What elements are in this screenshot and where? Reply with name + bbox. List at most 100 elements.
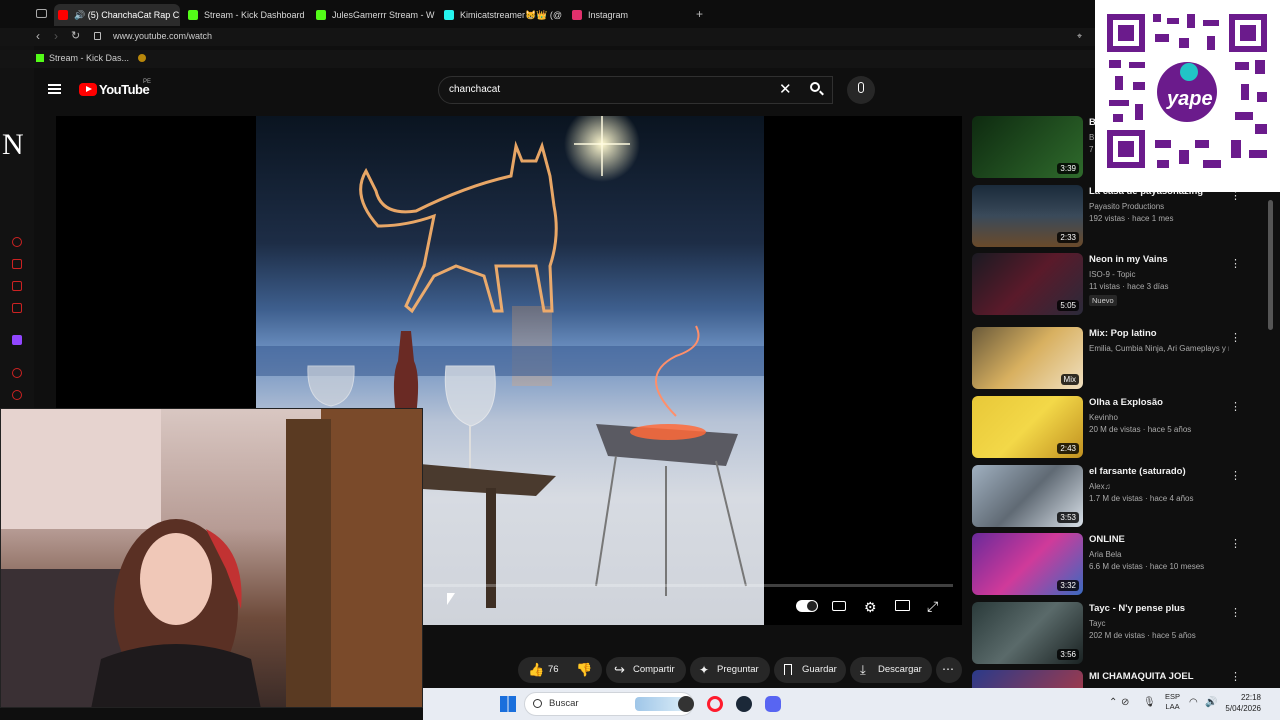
more-options-icon[interactable]: ⋮ xyxy=(1230,400,1241,413)
search-input[interactable]: chanchacat ✕ xyxy=(438,76,833,104)
dislike-button[interactable]: 👎 xyxy=(574,657,598,683)
twitch-icon[interactable] xyxy=(12,335,22,345)
page-scrollbar[interactable] xyxy=(1268,200,1273,330)
sidebar-app-icon[interactable] xyxy=(12,368,22,378)
url-field[interactable]: www.youtube.com/watch xyxy=(113,31,212,41)
video-thumbnail[interactable]: Mix xyxy=(972,327,1083,389)
more-options-icon[interactable]: ⋮ xyxy=(1230,257,1241,270)
windows-start-icon[interactable] xyxy=(500,696,516,712)
search-button[interactable] xyxy=(802,76,830,104)
tab-kimicatstreamer[interactable]: Kimicatstreamer😸👑 (@ xyxy=(440,4,564,26)
wifi-icon[interactable]: ◠ xyxy=(1189,697,1198,708)
video-title[interactable]: Olha a Explosão xyxy=(1089,397,1229,408)
yape-brand: yape xyxy=(1167,88,1213,110)
video-thumbnail[interactable]: 3:32 xyxy=(972,533,1083,595)
clear-search-icon[interactable]: ✕ xyxy=(779,80,792,98)
bookmark-label: Stream - Kick Das... xyxy=(49,53,130,63)
video-thumbnail[interactable]: 3:39 xyxy=(972,116,1083,178)
miniplayer-icon[interactable] xyxy=(895,600,910,611)
language-bottom: LAA xyxy=(1165,702,1180,711)
like-dislike-group: 👍 76 👎 xyxy=(518,657,602,683)
save-button[interactable]: Guardar xyxy=(774,657,846,683)
more-options-icon[interactable]: ⋮ xyxy=(1230,331,1241,344)
more-options-icon[interactable]: ⋮ xyxy=(1230,537,1241,550)
video-thumbnail[interactable]: 3:53 xyxy=(972,465,1083,527)
channel-name[interactable]: ISO-9 - Topic xyxy=(1089,270,1229,279)
forward-icon[interactable]: › xyxy=(54,29,58,43)
video-title[interactable]: ONLINE xyxy=(1089,534,1229,545)
recommendation-item[interactable]: MI CHAMAQUITA JOEL ⋮ xyxy=(972,670,1242,688)
tab-menu-icon[interactable] xyxy=(36,9,47,18)
autoplay-toggle[interactable] xyxy=(796,600,818,612)
duration-badge: 3:32 xyxy=(1057,580,1079,591)
channel-name[interactable]: Payasito Productions xyxy=(1089,202,1229,211)
download-button[interactable]: ⤓ Descargar xyxy=(850,657,932,683)
tab-julesgamerrr[interactable]: JulesGamerrr Stream - W xyxy=(312,4,436,26)
more-options-icon[interactable]: ⋮ xyxy=(1230,670,1241,683)
video-thumbnail[interactable]: 2:43 xyxy=(972,396,1083,458)
video-title[interactable]: Neon in my Vains xyxy=(1089,254,1229,265)
fullscreen-icon[interactable]: ⤢ xyxy=(927,598,938,615)
video-title[interactable]: MI CHAMAQUITA JOEL xyxy=(1089,671,1229,682)
video-thumbnail[interactable] xyxy=(972,670,1083,688)
channel-name[interactable]: Kevinho xyxy=(1089,413,1229,422)
sidebar-app-icon[interactable] xyxy=(12,390,22,400)
more-actions-button[interactable]: ⋯ xyxy=(936,657,962,683)
voice-search-button[interactable] xyxy=(847,76,875,104)
save-label: Guardar xyxy=(802,664,837,675)
video-thumbnail[interactable]: 2:33 xyxy=(972,185,1083,247)
tab-label: 🔊 (5) ChanchaCat Rap C xyxy=(74,10,180,20)
opera-taskbar-icon[interactable] xyxy=(707,696,723,712)
channel-name[interactable]: Emilia, Cumbia Ninja, Ari Gameplays y m xyxy=(1089,344,1229,353)
bookmark-icon[interactable] xyxy=(138,54,146,62)
more-options-icon[interactable]: ⋮ xyxy=(1230,606,1241,619)
more-options-icon[interactable]: ⋮ xyxy=(1230,469,1241,482)
channel-name[interactable]: Tayc xyxy=(1089,619,1229,628)
network-icon[interactable]: ⊘ xyxy=(1121,697,1129,708)
taskbar-search[interactable]: Buscar xyxy=(524,692,694,716)
video-title[interactable]: Tayc - N'y pense plus xyxy=(1089,603,1229,614)
video-meta: 202 M de vistas · hace 5 años xyxy=(1089,631,1196,640)
hamburger-menu-icon[interactable] xyxy=(48,84,61,94)
discord-icon[interactable] xyxy=(765,696,781,712)
toggle-knob-icon xyxy=(807,601,817,611)
subtitles-icon[interactable] xyxy=(832,601,846,611)
video-thumbnail[interactable]: 3:56 xyxy=(972,602,1083,664)
video-title[interactable]: Mix: Pop latino xyxy=(1089,328,1229,339)
yape-qr-code: yape xyxy=(1095,0,1280,192)
pin-icon[interactable]: ⌖ xyxy=(1077,31,1082,42)
tab-label: Instagram xyxy=(588,10,629,20)
clock[interactable]: 22:18 5/04/2026 xyxy=(1225,692,1261,714)
share-label: Compartir xyxy=(633,664,675,675)
tab-chanchacat[interactable]: 🔊 (5) ChanchaCat Rap C xyxy=(54,4,180,26)
back-icon[interactable]: ‹ xyxy=(36,29,40,43)
channel-name[interactable]: Alex♫ xyxy=(1089,482,1229,491)
progress-bar[interactable] xyxy=(423,584,953,587)
sidebar-app-icon[interactable] xyxy=(12,259,22,269)
bookmark-icon xyxy=(784,664,792,675)
sidebar-app-icon[interactable] xyxy=(12,281,22,291)
microphone-tray-icon[interactable]: 🎙 xyxy=(1143,697,1156,708)
tab-kick-dashboard[interactable]: Stream - Kick Dashboard xyxy=(184,4,308,26)
like-button[interactable]: 👍 76 xyxy=(526,657,574,683)
sidebar-app-icon[interactable] xyxy=(12,237,22,247)
ask-button[interactable]: ✦ Preguntar xyxy=(690,657,770,683)
video-title[interactable]: el farsante (saturado) xyxy=(1089,466,1229,477)
sidebar-app-icon[interactable] xyxy=(12,303,22,313)
tray-chevron-icon[interactable]: ⌃ xyxy=(1109,697,1117,708)
steam-icon[interactable] xyxy=(736,696,752,712)
search-icon xyxy=(533,699,542,708)
video-meta: 192 vistas · hace 1 mes xyxy=(1089,214,1174,223)
share-icon: ↪ xyxy=(614,662,625,677)
language-indicator[interactable]: ESP LAA xyxy=(1165,692,1180,712)
share-button[interactable]: ↪ Compartir xyxy=(606,657,686,683)
new-tab-plus-icon[interactable]: + xyxy=(696,7,703,21)
webcam-overlay xyxy=(0,408,423,708)
reload-icon[interactable]: ↻ xyxy=(71,29,80,42)
video-thumbnail[interactable]: 5:05 xyxy=(972,253,1083,315)
app-icon[interactable] xyxy=(678,696,694,712)
channel-name[interactable]: Aria Bela xyxy=(1089,550,1229,559)
volume-icon[interactable]: 🔊 xyxy=(1205,697,1217,708)
settings-gear-icon[interactable]: ⚙ xyxy=(864,599,877,616)
tab-instagram[interactable]: Instagram xyxy=(568,4,692,26)
